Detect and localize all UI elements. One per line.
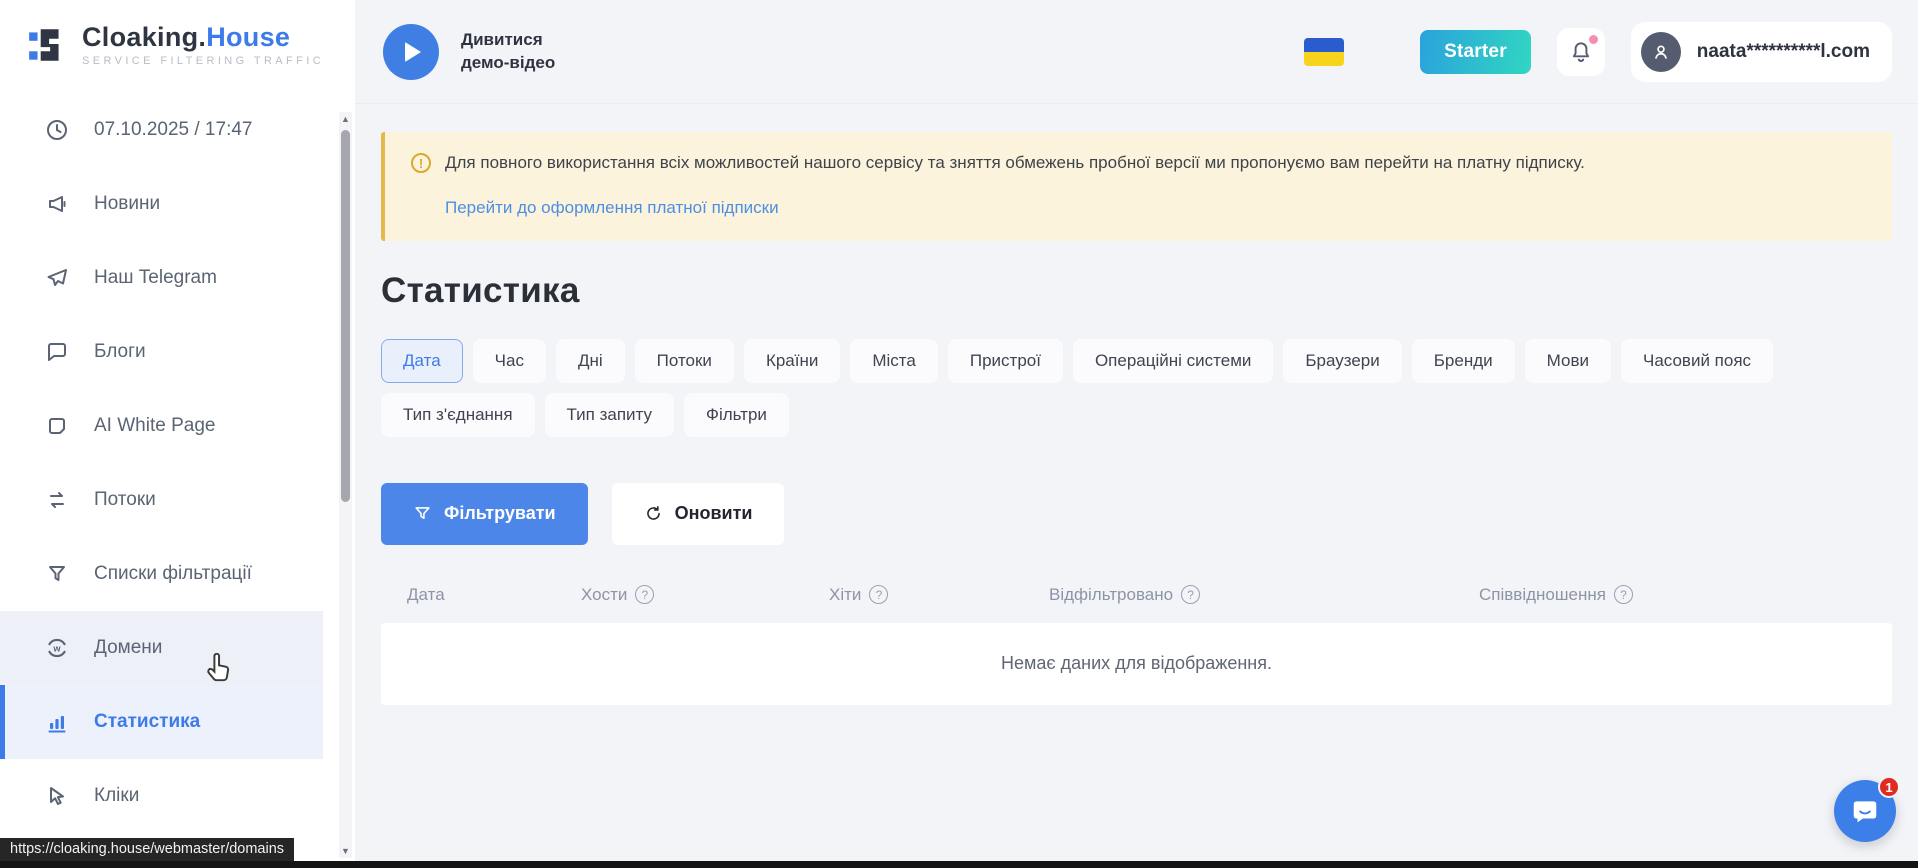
demo-video-label[interactable]: Дивитися демо-відео	[461, 29, 555, 73]
sidebar-item-label: Новини	[94, 193, 160, 215]
user-account-button[interactable]: naata**********l.com	[1631, 22, 1892, 82]
user-email: naata**********l.com	[1697, 41, 1870, 63]
sidebar-item-label: Кліки	[94, 785, 139, 807]
column-header-hosts: Хости?	[581, 585, 829, 605]
refresh-icon	[644, 504, 663, 523]
sidebar-item-statistics[interactable]: Статистика	[0, 685, 323, 759]
tab-cities[interactable]: Міста	[850, 339, 938, 383]
column-header-date: Дата	[407, 585, 581, 605]
sidebar-item-datetime: 07.10.2025 / 17:47	[0, 93, 323, 167]
sidebar-item-streams[interactable]: Потоки	[0, 463, 323, 537]
funnel-icon	[413, 504, 432, 523]
cursor-arrow-icon	[44, 783, 70, 809]
help-icon[interactable]: ?	[869, 585, 888, 604]
sidebar-item-label: Статистика	[94, 711, 200, 733]
chat-icon	[1850, 796, 1880, 826]
tab-date[interactable]: Дата	[381, 339, 463, 383]
brand-logo-icon	[26, 24, 68, 66]
tab-brands[interactable]: Бренди	[1412, 339, 1515, 383]
tab-streams[interactable]: Потоки	[635, 339, 734, 383]
language-flag-ukraine[interactable]	[1304, 38, 1344, 66]
topbar: Дивитися демо-відео Starter naata*******…	[355, 0, 1918, 104]
chat-launcher-button[interactable]: 1	[1834, 780, 1896, 842]
sidebar-item-news[interactable]: Новини	[0, 167, 323, 241]
scroll-down-icon[interactable]: ▼	[339, 844, 352, 858]
sidebar-item-label: Домени	[94, 637, 162, 659]
sidebar-menu: 07.10.2025 / 17:47 Новини Наш Telegram Б…	[0, 93, 355, 833]
tab-browsers[interactable]: Браузери	[1283, 339, 1401, 383]
tab-devices[interactable]: Пристрої	[948, 339, 1063, 383]
column-header-hits: Хіти?	[829, 585, 1049, 605]
streams-icon	[44, 487, 70, 513]
subscription-link[interactable]: Перейти до оформлення платної підписки	[445, 198, 779, 218]
funnel-icon	[44, 561, 70, 587]
content: ! Для повного використання всіх можливос…	[355, 104, 1918, 868]
empty-state-text: Немає даних для відображення.	[1001, 653, 1272, 674]
tab-timezone[interactable]: Часовий пояс	[1621, 339, 1773, 383]
sidebar-item-label: 07.10.2025 / 17:47	[94, 119, 252, 141]
sidebar-item-domains[interactable]: w Домени	[0, 611, 323, 685]
sidebar-item-label: Потоки	[94, 489, 156, 511]
brand-logo[interactable]: Cloaking.House SERVICE FILTERING TRAFFIC	[0, 0, 355, 67]
sidebar-item-label: AI White Page	[94, 415, 215, 437]
blog-chat-icon	[44, 339, 70, 365]
sidebar-scrollbar[interactable]: ▲ ▼	[339, 112, 352, 858]
refresh-button[interactable]: Оновити	[612, 483, 785, 545]
sidebar-item-label: Списки фільтрації	[94, 563, 252, 585]
column-header-filtered: Відфільтровано?	[1049, 585, 1479, 605]
chat-unread-badge: 1	[1878, 776, 1900, 798]
sidebar-item-filter-lists[interactable]: Списки фільтрації	[0, 537, 323, 611]
column-header-ratio: Співвідношення?	[1479, 585, 1633, 605]
help-icon[interactable]: ?	[635, 585, 654, 604]
scroll-up-icon[interactable]: ▲	[339, 112, 352, 126]
bar-chart-icon	[44, 709, 70, 735]
trial-warning-banner: ! Для повного використання всіх можливос…	[381, 132, 1892, 241]
brand-tagline: SERVICE FILTERING TRAFFIC	[82, 55, 324, 67]
page-title: Статистика	[381, 271, 1892, 311]
domains-icon: w	[44, 635, 70, 661]
plan-starter-button[interactable]: Starter	[1420, 30, 1531, 74]
tab-languages[interactable]: Мови	[1525, 339, 1611, 383]
main-area: Дивитися демо-відео Starter naata*******…	[355, 0, 1918, 868]
megaphone-icon	[44, 191, 70, 217]
filter-button[interactable]: Фільтрувати	[381, 483, 588, 545]
telegram-icon	[44, 265, 70, 291]
sidebar-item-telegram[interactable]: Наш Telegram	[0, 241, 323, 315]
tab-days[interactable]: Дні	[556, 339, 625, 383]
empty-state-card: Немає даних для відображення.	[381, 623, 1892, 705]
clock-icon	[44, 117, 70, 143]
filter-tabs-row1: Дата Час Дні Потоки Країни Міста Пристро…	[381, 339, 1892, 383]
sidebar-item-clicks[interactable]: Кліки	[0, 759, 323, 833]
tab-operating-systems[interactable]: Операційні системи	[1073, 339, 1273, 383]
play-icon	[405, 42, 421, 62]
link-status-bar: https://cloaking.house/webmaster/domains	[0, 838, 294, 861]
brand-name: Cloaking.House SERVICE FILTERING TRAFFIC	[82, 22, 324, 67]
tab-connection-type[interactable]: Тип з'єднання	[381, 393, 535, 437]
user-avatar-icon	[1641, 32, 1681, 72]
scrollbar-thumb[interactable]	[341, 130, 350, 502]
window-bottom-edge	[0, 861, 1918, 868]
notification-dot	[1589, 35, 1598, 44]
tab-filters[interactable]: Фільтри	[684, 393, 789, 437]
actions-row: Фільтрувати Оновити	[381, 483, 1892, 545]
help-icon[interactable]: ?	[1614, 585, 1633, 604]
app-window: Cloaking.House SERVICE FILTERING TRAFFIC…	[0, 0, 1918, 868]
sidebar-item-blogs[interactable]: Блоги	[0, 315, 323, 389]
sidebar: Cloaking.House SERVICE FILTERING TRAFFIC…	[0, 0, 355, 868]
play-demo-button[interactable]	[383, 24, 439, 80]
banner-text: Для повного використання всіх можливосте…	[445, 151, 1585, 176]
tab-time[interactable]: Час	[473, 339, 546, 383]
tab-countries[interactable]: Країни	[744, 339, 840, 383]
notifications-button[interactable]	[1557, 28, 1605, 76]
stats-table-header: Дата Хости? Хіти? Відфільтровано? Співві…	[381, 585, 1892, 605]
sidebar-item-label: Блоги	[94, 341, 146, 363]
page-icon	[44, 413, 70, 439]
filter-tabs-row2: Тип з'єднання Тип запиту Фільтри	[381, 393, 1892, 437]
help-icon[interactable]: ?	[1181, 585, 1200, 604]
sidebar-item-ai-white-page[interactable]: AI White Page	[0, 389, 323, 463]
sidebar-item-label: Наш Telegram	[94, 267, 217, 289]
warning-icon: !	[411, 153, 431, 173]
tab-request-type[interactable]: Тип запиту	[545, 393, 675, 437]
svg-text:w: w	[52, 643, 61, 653]
